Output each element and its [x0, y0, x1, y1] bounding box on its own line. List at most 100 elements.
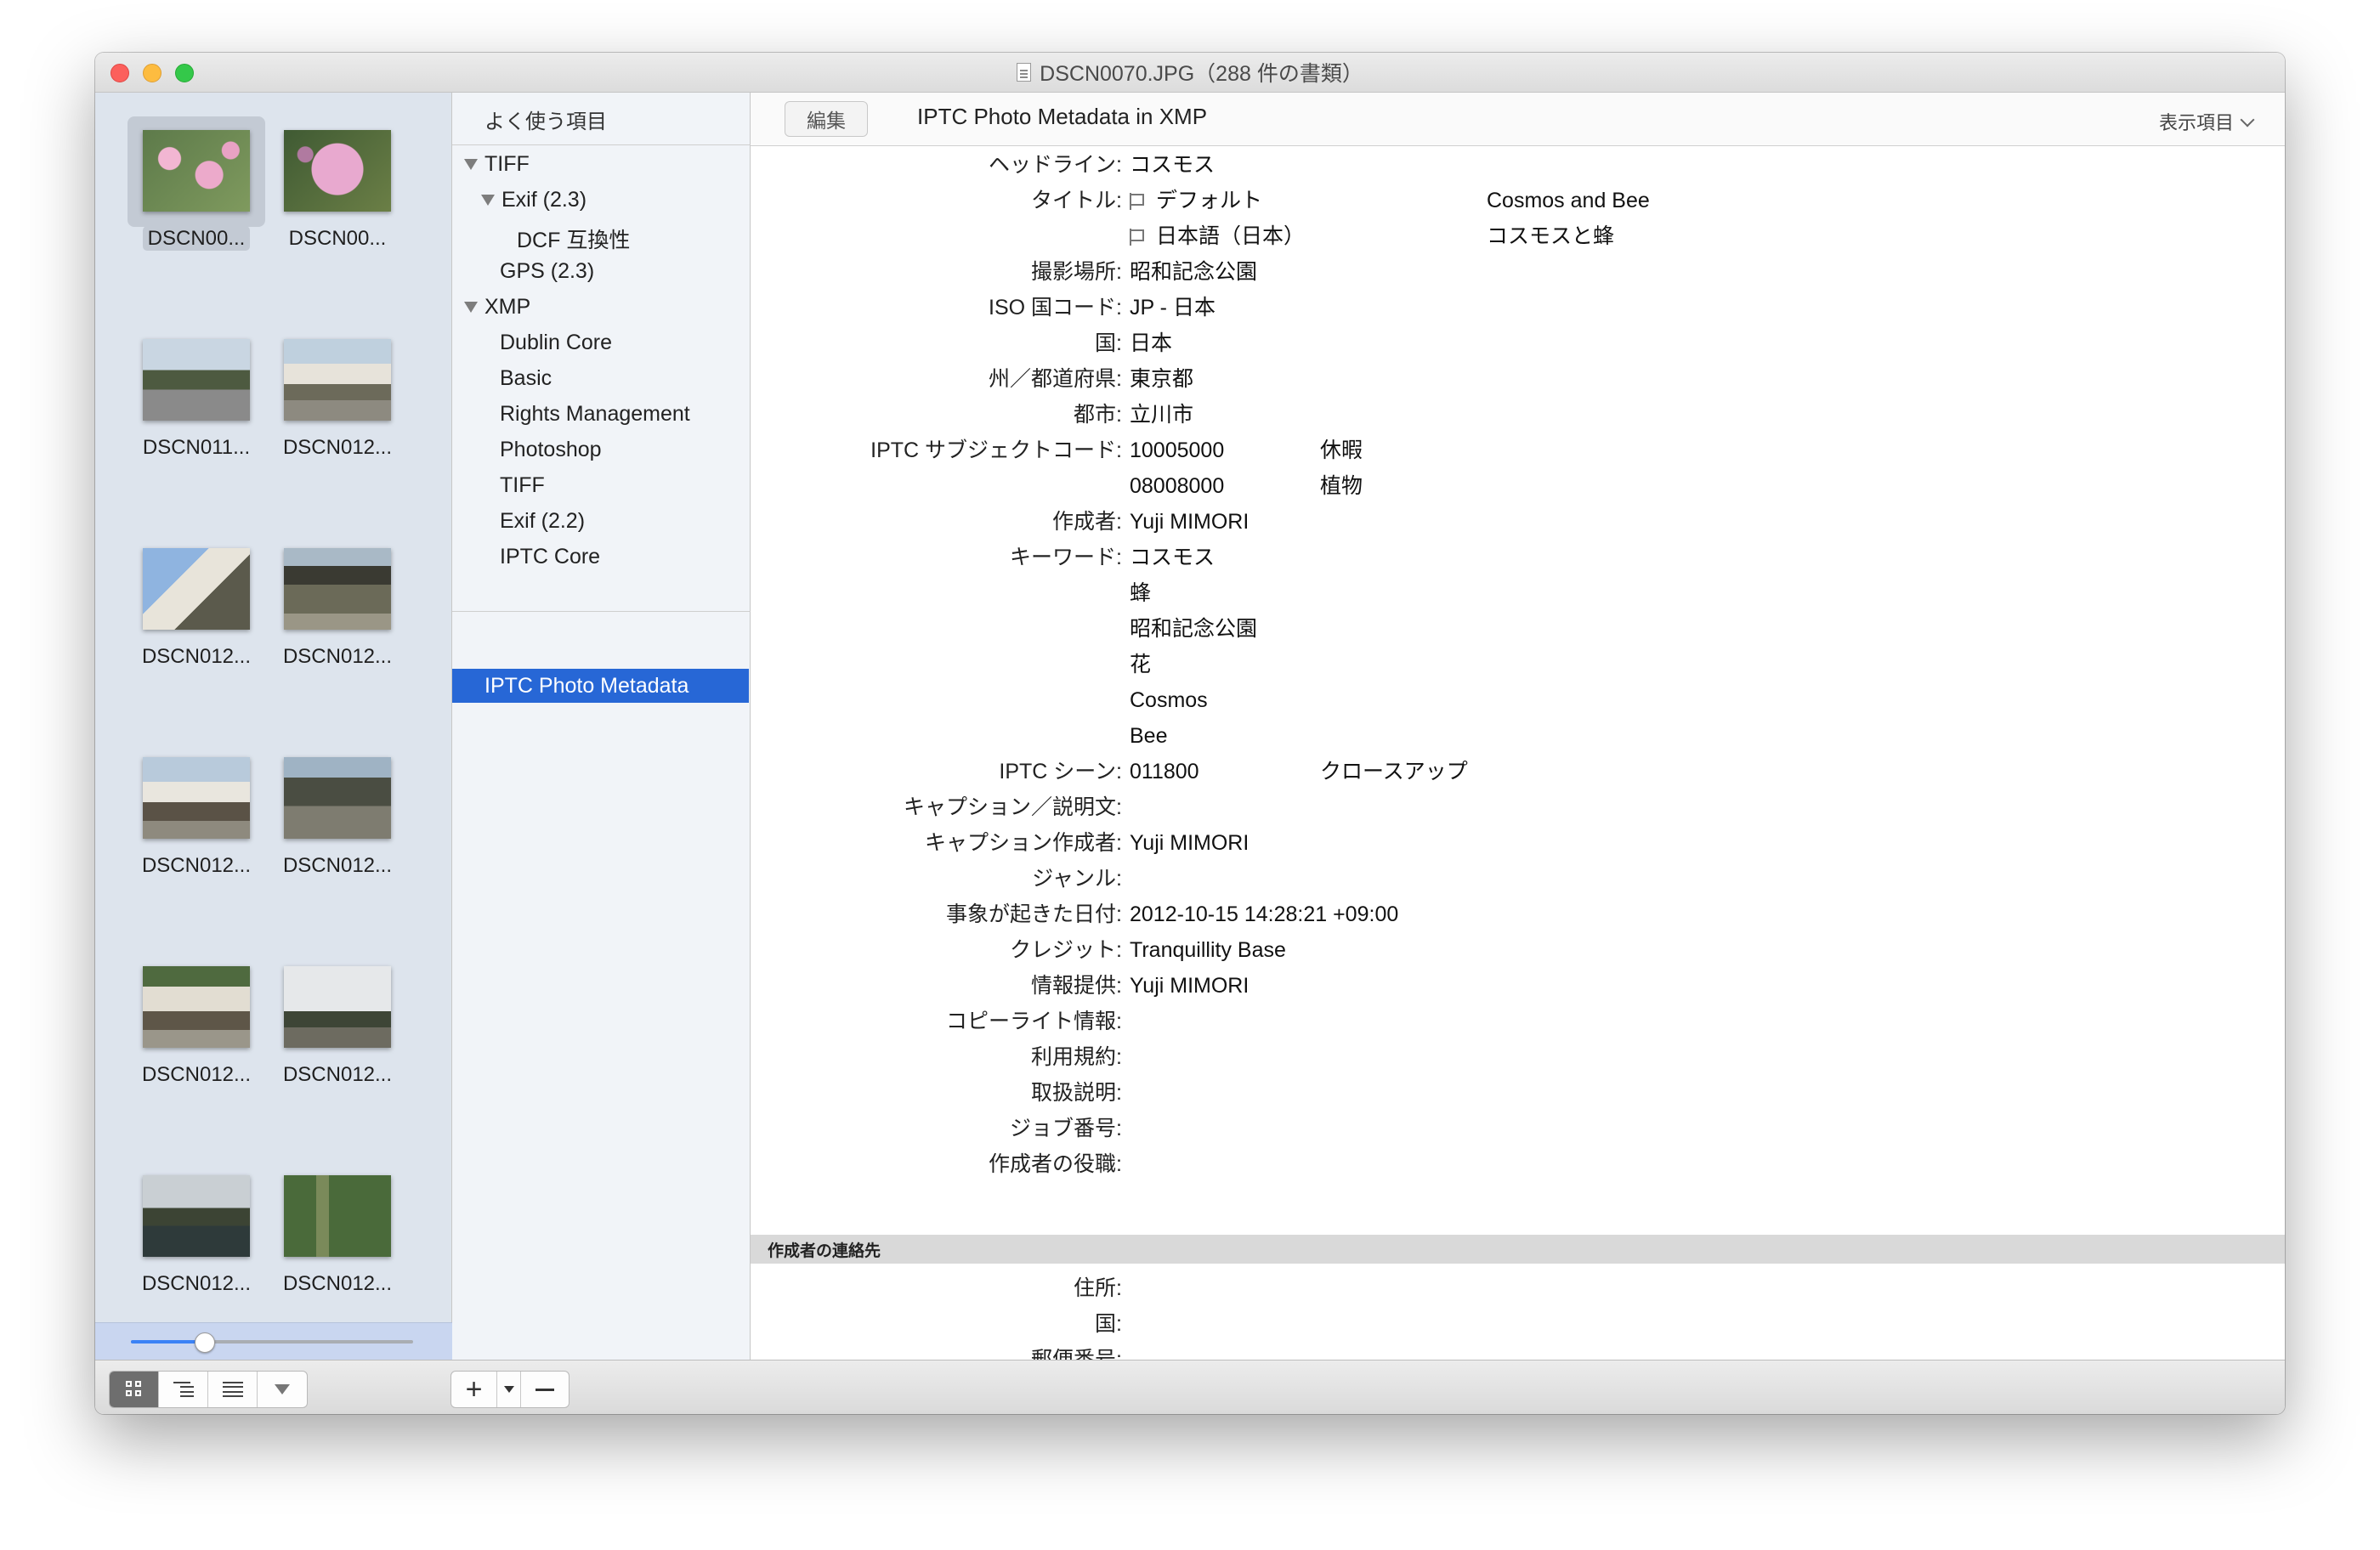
source-item-label: Photoshop	[500, 438, 602, 461]
metadata-value[interactable]: 011800	[1130, 754, 1199, 789]
metadata-value-text: Bee	[1130, 724, 1168, 748]
divider	[452, 144, 751, 145]
thumbnail-item[interactable]: DSCN012...	[265, 946, 410, 1116]
metadata-value[interactable]: コスモス	[1130, 147, 1215, 183]
view-items-menu[interactable]: 表示項目	[2159, 108, 2255, 135]
thumbnail-item[interactable]: DSCN012...	[124, 946, 269, 1116]
disclosure-triangle-icon[interactable]	[464, 302, 478, 313]
chevron-down-icon	[2240, 112, 2255, 127]
metadata-value[interactable]: 2012-10-15 14:28:21 +09:00	[1130, 897, 1398, 932]
metadata-value[interactable]: Yuji MIMORI	[1130, 968, 1249, 1004]
source-item-dcf[interactable]: DCF 互換性	[517, 223, 630, 254]
thumbnail-label: DSCN012...	[282, 436, 393, 459]
metadata-row: 住所:	[751, 1270, 2285, 1306]
divider	[452, 611, 751, 612]
thumbnail-item[interactable]: DSCN012...	[124, 528, 269, 698]
edit-button[interactable]: 編集	[785, 101, 868, 137]
metadata-note: 休暇	[1320, 438, 1363, 462]
metadata-key: 利用規約:	[1031, 1045, 1122, 1069]
metadata-value[interactable]: Yuji MIMORI	[1130, 825, 1249, 861]
metadata-value[interactable]: コスモス	[1130, 540, 1215, 575]
source-item-rights-management[interactable]: Rights Management	[500, 402, 690, 427]
outline-view-button[interactable]	[159, 1372, 208, 1407]
list-view-button[interactable]	[208, 1372, 258, 1407]
disclosure-triangle-icon[interactable]	[481, 195, 495, 206]
title-bar[interactable]: DSCN0070.JPG（288 件の書類）	[95, 53, 2285, 93]
thumbnail-item[interactable]: DSCN011...	[124, 319, 269, 489]
source-item-iptc-core[interactable]: IPTC Core	[500, 545, 600, 569]
source-item-photoshop[interactable]: Photoshop	[500, 438, 602, 462]
flag-icon	[1130, 229, 1146, 246]
add-button[interactable]: +	[451, 1372, 497, 1407]
metadata-row: 作成者の役職:	[751, 1146, 2285, 1182]
thumbnail-item[interactable]: DSCN012...	[265, 319, 410, 489]
thumbnail-item[interactable]: DSCN00...	[265, 110, 410, 280]
metadata-row: コピーライト情報:	[751, 1004, 2285, 1039]
image-browser[interactable]: DSCN00... DSCN00... DSCN011... DSCN012..…	[95, 93, 452, 1360]
thumbnail-item[interactable]: DSCN012...	[265, 1155, 410, 1325]
thumbnail-image	[284, 1175, 391, 1257]
thumbnail-item[interactable]: DSCN012...	[265, 528, 410, 698]
metadata-value[interactable]: Tranquillity Base	[1130, 932, 1286, 968]
metadata-value[interactable]: 昭和記念公園	[1130, 611, 1257, 647]
metadata-localized-value[interactable]: Cosmos and Bee	[1487, 183, 1650, 218]
metadata-source-list[interactable]: よく使う項目 TIFF Exif (2.3) DCF 互換性 GPS (2.3)…	[452, 93, 751, 1360]
source-item-iptc-photo-metadata[interactable]: IPTC Photo Metadata	[452, 669, 749, 703]
source-item-basic[interactable]: Basic	[500, 366, 552, 391]
metadata-value[interactable]: Cosmos	[1130, 682, 1208, 718]
thumbnail-item[interactable]: DSCN012...	[265, 737, 410, 907]
favorites-header[interactable]: よく使う項目	[484, 105, 607, 134]
metadata-key: 作成者:	[1052, 510, 1122, 534]
source-item-tiff[interactable]: TIFF	[464, 152, 530, 177]
thumbnail-image	[284, 966, 391, 1048]
source-item-dublin-core[interactable]: Dublin Core	[500, 331, 612, 355]
metadata-value[interactable]: 立川市	[1130, 397, 1193, 433]
metadata-value[interactable]: 08008000	[1130, 468, 1224, 504]
metadata-row: 事象が起きた日付: 2012-10-15 14:28:21 +09:00	[751, 897, 2285, 932]
document-icon[interactable]	[1017, 63, 1032, 82]
source-item-xmp-tiff[interactable]: TIFF	[500, 473, 545, 498]
metadata-row: 作成者: Yuji MIMORI	[751, 504, 2285, 540]
metadata-value-text: Tranquillity Base	[1130, 938, 1286, 962]
metadata-value[interactable]: 日本	[1130, 325, 1172, 361]
metadata-value[interactable]: 東京都	[1130, 361, 1193, 397]
metadata-value[interactable]: デフォルト	[1130, 183, 1262, 218]
grid-view-button[interactable]	[110, 1372, 159, 1407]
thumbnail-size-slider[interactable]	[131, 1332, 413, 1353]
view-mode-control[interactable]	[109, 1371, 308, 1408]
metadata-row: Cosmos	[751, 682, 2285, 718]
metadata-note: 植物	[1320, 474, 1363, 498]
metadata-value[interactable]: 昭和記念公園	[1130, 254, 1257, 290]
metadata-row: 撮影場所: 昭和記念公園	[751, 254, 2285, 290]
add-remove-control[interactable]: +	[450, 1371, 570, 1408]
metadata-row: 国:	[751, 1306, 2285, 1342]
metadata-key: 国:	[1095, 1312, 1122, 1336]
metadata-value[interactable]: 10005000	[1130, 433, 1224, 468]
thumbnail-item[interactable]: DSCN012...	[124, 737, 269, 907]
slider-knob[interactable]	[195, 1332, 216, 1353]
metadata-localized-value[interactable]: コスモスと蜂	[1487, 218, 1614, 254]
source-item-exif-23[interactable]: Exif (2.3)	[481, 188, 586, 212]
metadata-row: 08008000 植物	[751, 468, 2285, 504]
metadata-value[interactable]: JP - 日本	[1130, 290, 1216, 325]
metadata-row: 情報提供: Yuji MIMORI	[751, 968, 2285, 1004]
metadata-value[interactable]: 日本語（日本）	[1130, 218, 1305, 254]
metadata-value[interactable]: 花	[1130, 647, 1151, 682]
thumbnail-item[interactable]: DSCN00...	[124, 110, 269, 280]
source-item-exif-22[interactable]: Exif (2.2)	[500, 509, 585, 534]
metadata-value[interactable]: Yuji MIMORI	[1130, 504, 1249, 540]
metadata-value[interactable]: 蜂	[1130, 575, 1151, 611]
view-options-button[interactable]	[258, 1372, 307, 1407]
source-item-gps[interactable]: GPS (2.3)	[500, 259, 594, 284]
add-menu-button[interactable]	[497, 1372, 521, 1407]
disclosure-triangle-icon[interactable]	[464, 159, 478, 170]
metadata-row: 州／都道府県: 東京都	[751, 361, 2285, 397]
metadata-value[interactable]: Bee	[1130, 718, 1167, 754]
metadata-value-text: 011800	[1130, 760, 1199, 783]
metadata-value-text: Cosmos	[1130, 688, 1208, 712]
remove-button[interactable]	[521, 1372, 569, 1407]
thumbnail-item[interactable]: DSCN012...	[124, 1155, 269, 1325]
metadata-value-text: 2012-10-15 14:28:21 +09:00	[1130, 902, 1399, 926]
metadata-row: タイトル: デフォルト Cosmos and Bee	[751, 183, 2285, 218]
source-item-xmp[interactable]: XMP	[464, 295, 530, 320]
